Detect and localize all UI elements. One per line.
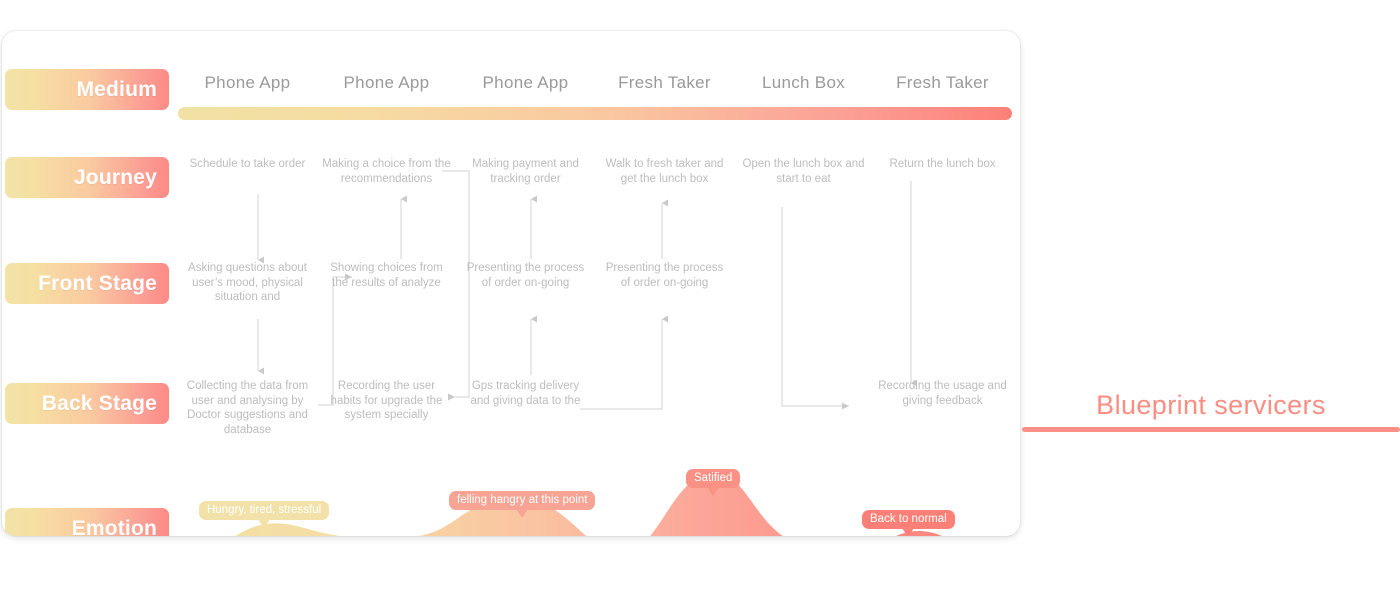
row-label-journey-text: Journey [73,165,157,189]
emotion-label-1-text: felling hangry at this point [457,494,588,506]
back-stage-cell-0: Collecting the data from user and analys… [186,380,309,436]
row-label-medium-text: Medium [76,77,157,101]
emotion-label-3[interactable]: Back to normal [862,510,955,536]
page-title: Blueprint servicers [1096,390,1326,420]
service-blueprint-card: Medium Journey Front Stage Back Stage Em… [2,31,1020,536]
emotion-curve-area: Hungry, tired, stressful felling hangry … [178,469,1020,536]
journey-cell-2: Making payment and tracking order [472,158,579,185]
front-stage-cell-4 [734,261,873,321]
journey-cell-3: Walk to fresh taker and get the lunch bo… [605,158,724,185]
emotion-label-0-text: Hungry, tired, stressful [207,504,322,516]
medium-column-1: Phone App [343,73,430,92]
medium-column-2: Phone App [482,73,569,92]
journey-cell-1: Making a choice from the recommendations [322,158,451,185]
back-stage-cell-5: Recording the usage and giving feedback [878,380,1007,407]
emotion-label-0[interactable]: Hungry, tired, stressful [199,501,330,528]
row-label-emotion-text: Emotion [71,516,157,537]
front-stage-row: Asking questions about user’s mood, phys… [178,261,1012,321]
back-stage-cell-4 [734,379,873,441]
front-stage-cell-0: Asking questions about user’s mood, phys… [188,262,307,303]
journey-cell-0: Schedule to take order [189,158,306,170]
row-label-front-stage-text: Front Stage [38,271,157,295]
emotion-label-3-text: Back to normal [870,513,947,525]
row-label-front-stage[interactable]: Front Stage [5,263,169,304]
front-stage-cell-3: Presenting the process of order on-going [605,262,724,289]
journey-cell-4: Open the lunch box and start to eat [742,158,865,185]
front-stage-cell-5 [873,261,1012,321]
journey-row: Schedule to take order Making a choice f… [178,157,1012,217]
medium-column-headers: Phone App Phone App Phone App Fresh Take… [178,73,1012,107]
front-stage-cell-2: Presenting the process of order on-going [466,262,585,289]
row-label-back-stage-text: Back Stage [41,391,157,415]
emotion-label-2[interactable]: Satified [686,469,741,496]
blueprint-title-block: Blueprint servicers [1022,390,1400,432]
medium-column-0: Phone App [204,73,291,92]
row-label-emotion[interactable]: Emotion [5,508,169,536]
front-stage-cell-1: Showing choices from the results of anal… [330,262,443,289]
back-stage-cell-2: Gps tracking delivery and giving data to… [470,380,581,407]
medium-column-3: Fresh Taker [618,73,711,92]
emotion-label-1[interactable]: felling hangry at this point [449,491,596,518]
journey-cell-5: Return the lunch box [889,158,996,170]
row-label-medium[interactable]: Medium [5,69,169,110]
row-label-journey[interactable]: Journey [5,157,169,198]
back-stage-row: Collecting the data from user and analys… [178,379,1012,441]
medium-column-4: Lunch Box [761,73,846,92]
medium-gradient-bar [178,107,1012,120]
back-stage-cell-3 [595,379,734,441]
title-underline [1022,427,1400,432]
emotion-label-2-text: Satified [694,472,733,484]
medium-column-5: Fresh Taker [896,73,989,92]
back-stage-cell-1: Recording the user habits for upgrade th… [330,380,443,421]
row-label-back-stage[interactable]: Back Stage [5,383,169,424]
